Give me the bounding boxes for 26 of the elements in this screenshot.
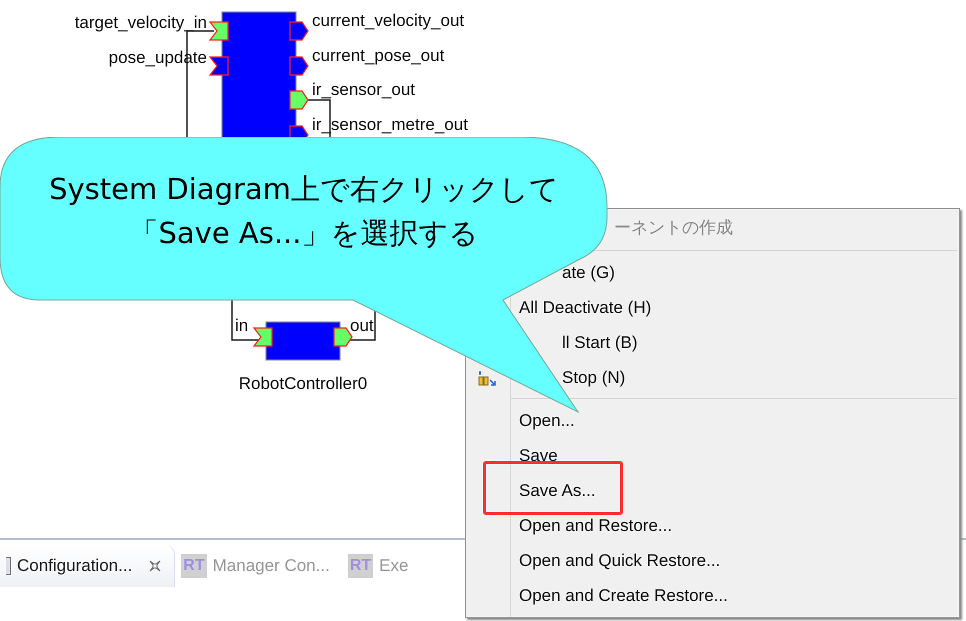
component-name: RobotController0 <box>238 374 368 393</box>
port-label: current_velocity_out <box>312 11 464 30</box>
tab-label: Exe <box>379 556 408 576</box>
menu-item[interactable]: Save <box>466 438 959 473</box>
close-icon[interactable] <box>148 559 162 573</box>
port-label: current_pose_out <box>312 46 444 65</box>
callout-text: System Diagram上で右クリックして <box>49 171 559 208</box>
menu-item[interactable]: Open... <box>466 403 959 438</box>
port-label: in <box>235 316 248 335</box>
menu-item[interactable]: Save As... <box>466 473 959 508</box>
rt-logo-icon: RT <box>348 554 374 578</box>
tab-label: Manager Con... <box>212 556 330 576</box>
component-icon <box>478 370 496 386</box>
menu-item[interactable]: Open and Create Restore... <box>466 578 959 613</box>
sheet-icon <box>6 557 11 575</box>
menu-item[interactable]: Open and Quick Restore... <box>466 543 959 578</box>
menu-item[interactable]: Stop (N) <box>466 360 959 395</box>
menu-item[interactable]: Open and Restore... <box>466 508 959 543</box>
panel-tab[interactable]: Configuration... <box>0 545 176 587</box>
callout-text: 「Save As...」を選択する <box>129 215 478 252</box>
port-label: target_velocity_in <box>74 13 207 32</box>
port-label: out <box>350 316 374 335</box>
connector-line <box>231 298 259 341</box>
rt-logo-icon: RT <box>181 554 207 578</box>
tab-label: Configuration... <box>17 556 132 576</box>
port-label: ir_sensor_out <box>312 80 416 99</box>
